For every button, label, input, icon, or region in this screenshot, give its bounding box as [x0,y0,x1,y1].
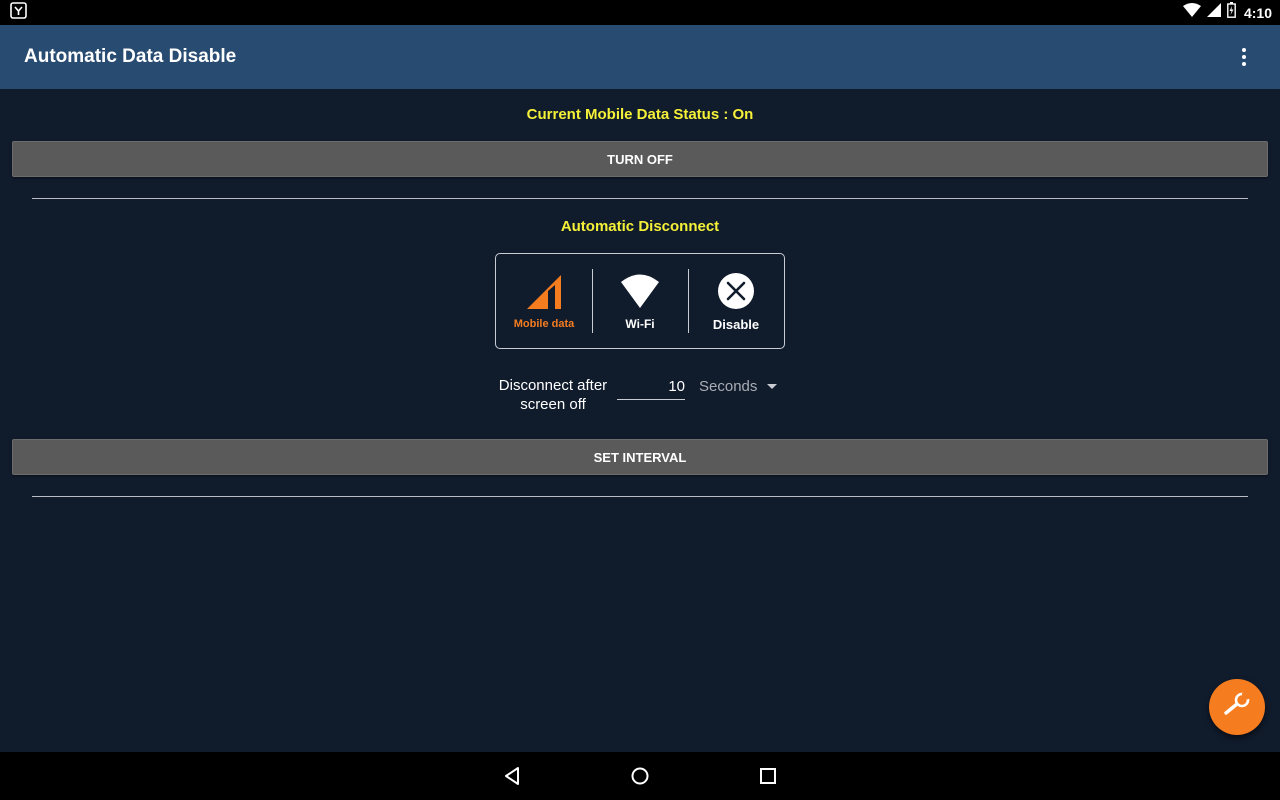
interval-row: Disconnect after screen off 10 Seconds [490,376,800,426]
recents-icon[interactable] [756,764,780,788]
section-title: Automatic Disconnect [560,218,720,235]
cancel-icon [716,271,756,311]
mobile-data-icon [524,272,564,312]
set-interval-button[interactable]: SET INTERVAL [12,439,1268,475]
interval-unit-select[interactable]: Seconds [699,378,778,395]
turn-off-button[interactable]: TURN OFF [12,141,1268,177]
mode-label-disable: Disable [712,316,760,332]
battery-icon [1227,2,1236,23]
status-bar: 4:10 [0,0,1280,25]
interval-label-line2: screen off [520,396,586,413]
interval-label: Disconnect after screen off [490,376,616,414]
home-icon[interactable] [628,764,652,788]
app-notification-icon [10,1,27,24]
interval-label-line1: Disconnect after [498,377,608,394]
wifi-icon [620,271,660,311]
mode-label-wifi: Wi-Fi [625,317,655,331]
interval-value-input[interactable]: 10 [617,378,685,400]
back-icon[interactable] [500,764,524,788]
app-bar: Automatic Data Disable [0,25,1280,89]
disconnect-mode-selector: Mobile data Wi-Fi Disable [495,253,785,349]
mode-mobile-data[interactable]: Mobile data [496,254,592,348]
wrench-icon [1223,691,1251,724]
mobile-data-status: Current Mobile Data Status : On [526,106,754,123]
interval-unit-value: Seconds [699,378,758,395]
mode-disable[interactable]: Disable [688,254,784,348]
mode-label-mobile-data: Mobile data [513,318,575,330]
more-vert-icon[interactable] [1232,41,1256,73]
clock: 4:10 [1243,4,1272,21]
wifi-icon [1182,3,1201,22]
mode-wifi[interactable]: Wi-Fi [592,254,688,348]
app-title: Automatic Data Disable [24,46,237,67]
divider [32,198,1248,199]
dropdown-caret-icon [767,384,778,389]
cell-signal-icon [1206,3,1221,22]
navigation-bar [0,752,1280,800]
divider [32,496,1248,497]
settings-fab[interactable] [1209,679,1265,735]
